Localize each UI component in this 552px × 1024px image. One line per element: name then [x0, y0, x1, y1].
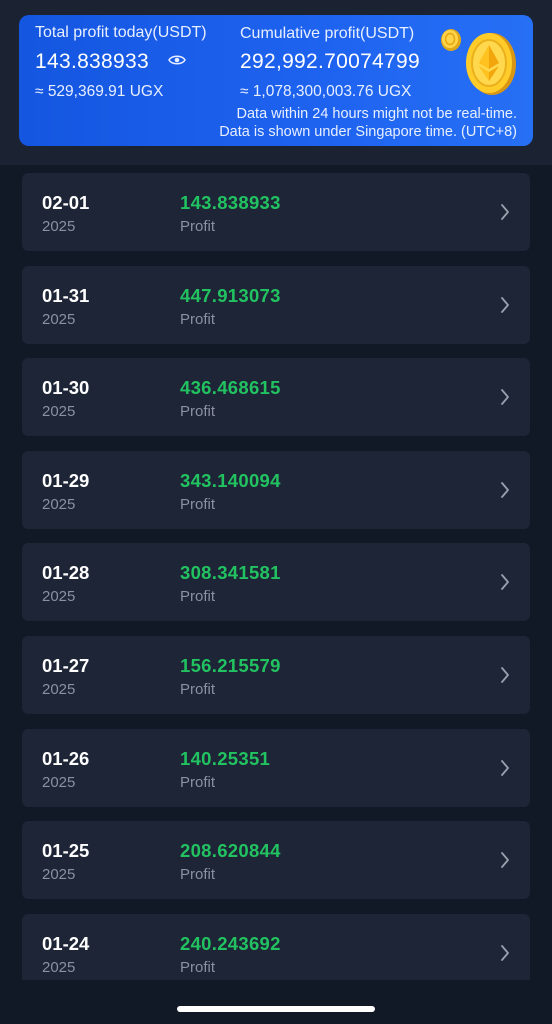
- chevron-right-icon: [501, 944, 509, 961]
- row-year: 2025: [42, 495, 76, 513]
- row-year: 2025: [42, 958, 76, 976]
- row-profit-caption: Profit: [180, 310, 216, 328]
- row-year: 2025: [42, 218, 76, 235]
- chevron-right-icon: [501, 574, 509, 591]
- profit-history-screen: Total profit today(USDT) 143.838933 ≈ 52…: [0, 0, 552, 1024]
- today-profit-local-value: ≈ 529,369.91 UGX: [35, 83, 164, 100]
- cumulative-profit-value: 292,992.70074799: [240, 50, 420, 73]
- profit-summary-card: Total profit today(USDT) 143.838933 ≈ 52…: [19, 15, 533, 146]
- profit-row[interactable]: 02-01 2025 143.838933 Profit: [22, 173, 530, 251]
- eye-icon[interactable]: [168, 53, 186, 67]
- today-profit-value: 143.838933: [35, 50, 149, 73]
- row-profit-value: 447.913073: [180, 284, 281, 306]
- row-year: 2025: [42, 403, 76, 421]
- row-profit-value: 308.341581: [180, 562, 281, 584]
- row-profit-caption: Profit: [180, 495, 216, 513]
- chevron-right-icon: [501, 389, 509, 406]
- chevron-right-icon: [501, 667, 509, 683]
- cumulative-profit-label: Cumulative profit(USDT): [240, 25, 415, 42]
- row-date: 01-29: [42, 469, 90, 491]
- cumulative-profit-local-value: ≈ 1,078,300,003.76 UGX: [240, 83, 412, 100]
- row-profit-value: 140.25351: [180, 747, 271, 769]
- row-date: 01-28: [42, 562, 90, 584]
- chevron-right-icon: [501, 481, 509, 498]
- row-year: 2025: [42, 866, 76, 884]
- row-profit-caption: Profit: [180, 773, 216, 791]
- row-profit-caption: Profit: [180, 218, 216, 235]
- profit-row[interactable]: 01-30 2025 436.468615 Profit: [22, 358, 530, 437]
- row-profit-value: 436.468615: [180, 377, 281, 399]
- row-profit-value: 240.243692: [180, 932, 281, 954]
- row-profit-caption: Profit: [180, 866, 216, 884]
- chevron-right-icon: [501, 759, 509, 776]
- row-date: 01-25: [42, 840, 90, 862]
- bottom-safe-area: [0, 980, 552, 1024]
- row-year: 2025: [42, 588, 76, 606]
- row-date: 01-26: [42, 747, 90, 769]
- row-date: 01-31: [42, 284, 90, 306]
- small-coin-icon: [441, 29, 461, 51]
- row-profit-caption: Profit: [180, 403, 216, 421]
- chevron-right-icon: [501, 852, 509, 869]
- chevron-right-icon: [501, 204, 509, 220]
- profit-row[interactable]: 01-28 2025 308.341581 Profit: [22, 543, 530, 622]
- timezone-note: Data is shown under Singapore time. (UTC…: [219, 124, 517, 140]
- row-year: 2025: [42, 310, 76, 328]
- profit-row[interactable]: 01-31 2025 447.913073 Profit: [22, 265, 530, 344]
- row-profit-caption: Profit: [180, 958, 216, 976]
- row-profit-caption: Profit: [180, 681, 216, 698]
- home-indicator[interactable]: [177, 1006, 375, 1012]
- today-profit-label: Total profit today(USDT): [35, 24, 207, 41]
- profit-row[interactable]: 01-29 2025 343.140094 Profit: [22, 450, 530, 529]
- row-date: 01-24: [42, 932, 90, 954]
- realtime-note: Data within 24 hours might not be real-t…: [236, 106, 517, 122]
- row-year: 2025: [42, 681, 76, 698]
- profit-row[interactable]: 01-26 2025 140.25351 Profit: [22, 728, 530, 807]
- profit-row[interactable]: 01-25 2025 208.620844 Profit: [22, 821, 530, 900]
- row-profit-value: 156.215579: [180, 655, 281, 676]
- row-profit-value: 208.620844: [180, 840, 281, 862]
- row-profit-value: 143.838933: [180, 192, 281, 213]
- row-profit-caption: Profit: [180, 588, 216, 606]
- chevron-right-icon: [501, 296, 509, 313]
- profit-row[interactable]: 01-27 2025 156.215579 Profit: [22, 636, 530, 714]
- row-profit-value: 343.140094: [180, 469, 281, 491]
- ethereum-coin-icon: [466, 33, 516, 95]
- row-date: 02-01: [42, 192, 90, 213]
- row-date: 01-30: [42, 377, 90, 399]
- row-year: 2025: [42, 773, 76, 791]
- row-date: 01-27: [42, 655, 90, 676]
